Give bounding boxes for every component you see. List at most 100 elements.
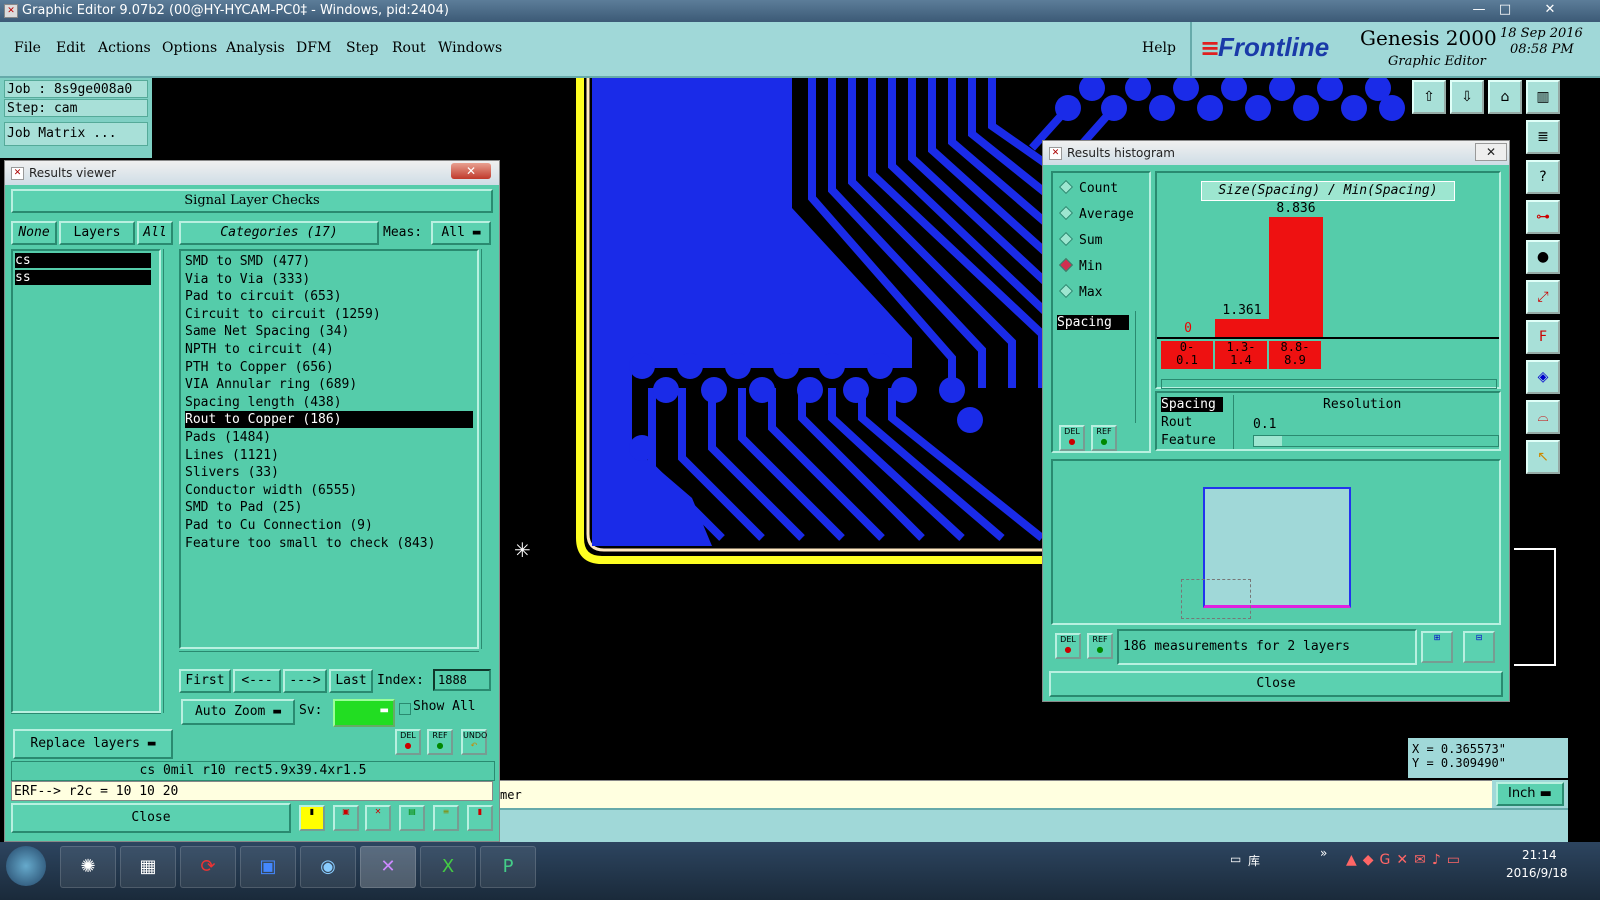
screen-icon[interactable]: ▣ [333,805,359,831]
start-button[interactable] [6,846,46,886]
category-item[interactable]: Pad to Cu Connection (9) [185,517,373,534]
folder-icon[interactable]: ▭ [1230,852,1241,866]
taskbar-calculator-icon[interactable]: ▦ [120,846,176,888]
category-item[interactable]: Feature too small to check (843) [185,535,435,552]
replace-layers-select[interactable]: Replace layers ▬ [13,729,173,759]
results-viewer-titlebar[interactable]: ✕ Results viewer ✕ [5,161,499,185]
menu-rout[interactable]: Rout [392,40,426,56]
close-window-button[interactable]: ✕ [1530,0,1570,20]
report-icon[interactable]: ▮ [299,805,325,831]
histogram-titlebar[interactable]: ✕ Results histogram ✕ [1043,141,1509,165]
layer-item-cs[interactable]: cs [15,253,151,268]
stack-icon[interactable]: ≣ [1526,120,1560,154]
menu-analysis[interactable]: Analysis [226,40,285,56]
taskbar-save-icon[interactable]: ▣ [240,846,296,888]
last-button[interactable]: Last [329,669,373,693]
text-f-icon[interactable]: F [1526,320,1560,354]
category-item[interactable]: Slivers (33) [185,464,279,481]
size-option-feature[interactable]: Feature [1161,433,1216,448]
ref-icon[interactable]: REF ● [1087,633,1113,659]
categories-button[interactable]: Categories (17) [179,221,379,245]
download-icon[interactable]: ⇩ [1450,80,1484,114]
shapes-icon[interactable]: ◈ [1526,360,1560,394]
maximize-button[interactable]: □ [1492,0,1518,20]
layer-item-ss[interactable]: ss [15,270,151,285]
job-matrix-button[interactable]: Job Matrix ... [4,122,148,146]
category-item[interactable]: Pad to circuit (653) [185,288,342,305]
category-item[interactable]: Rout to Copper (186) [185,411,473,429]
category-item[interactable]: Circuit to circuit (1259) [185,306,381,323]
size-option-scrollbar[interactable] [1233,395,1246,449]
chart-hscroll[interactable] [1161,379,1497,389]
menu-options[interactable]: Options [162,40,217,56]
taskbar-excel-icon[interactable]: X [420,846,476,888]
histogram-icon[interactable]: ▮ [467,805,493,831]
histogram-close-button[interactable]: Close [1049,671,1503,697]
show-all-checkbox[interactable] [399,703,411,715]
menu-file[interactable]: File [14,40,41,56]
prev-button[interactable]: <--- [233,669,281,693]
option-average[interactable]: Average [1058,205,1134,222]
close-results-viewer-button[interactable]: ✕ [451,163,491,179]
layers-button[interactable]: Layers [59,221,135,245]
menu-edit[interactable]: Edit [56,40,85,56]
export-icon[interactable]: ▤ [399,805,425,831]
del-icon[interactable]: DEL ● [1059,425,1085,451]
pointer-icon[interactable]: ↖ [1526,440,1560,474]
taskbar-shell-icon[interactable]: ✺ [60,846,116,888]
menu-dfm[interactable]: DFM [296,40,331,56]
taskbar-p-icon[interactable]: P [480,846,536,888]
option-max[interactable]: Max [1058,283,1102,300]
units-select[interactable]: Inch ▬ [1496,782,1564,806]
category-item[interactable]: SMD to Pad (25) [185,499,302,516]
category-item[interactable]: PTH to Copper (656) [185,359,334,376]
category-item[interactable]: Conductor width (6555) [185,482,357,499]
tray-icons[interactable]: ▲◆G✕✉♪▭ [1346,852,1466,868]
category-item[interactable]: NPTH to circuit (4) [185,341,334,358]
first-button[interactable]: First [179,669,231,693]
option-min[interactable]: Min [1058,257,1102,274]
meas-select[interactable]: All ▬ [431,221,491,245]
del-icon[interactable]: DEL ● [395,729,421,755]
resolution-slider[interactable] [1253,435,1499,447]
option-count[interactable]: Count [1058,179,1118,196]
layer-list-scrollbar[interactable] [163,249,176,713]
category-item[interactable]: Spacing length (438) [185,394,342,411]
taskbar-eye-icon[interactable]: ◉ [300,846,356,888]
bin-range-label[interactable]: 0- 0.1 [1161,341,1213,369]
index-input[interactable] [433,669,491,691]
taskbar-app-icon[interactable]: ⟳ [180,846,236,888]
del-icon[interactable]: DEL ● [1055,633,1081,659]
minimize-button[interactable]: — [1466,0,1492,20]
spacing-list-scrollbar[interactable] [1135,311,1148,423]
category-item[interactable]: Same Net Spacing (34) [185,323,349,340]
menu-step[interactable]: Step [346,40,378,56]
option-sum[interactable]: Sum [1058,231,1102,248]
category-item[interactable]: VIA Annular ring (689) [185,376,357,393]
ref-icon[interactable]: REF ● [427,729,453,755]
bin-range-label[interactable]: 1.3- 1.4 [1215,341,1267,369]
category-item[interactable]: Lines (1121) [185,447,279,464]
pad-icon[interactable]: ● [1526,240,1560,274]
category-item[interactable]: Pads (1484) [185,429,271,446]
menu-actions[interactable]: Actions [98,40,151,56]
home-icon[interactable]: ⌂ [1488,80,1522,114]
category-item[interactable]: SMD to SMD (477) [185,253,310,270]
histogram-bar[interactable] [1215,318,1269,337]
all-layers-button[interactable]: All [137,221,173,245]
size-option-rout[interactable]: Rout [1161,415,1192,430]
zoom-out-icon[interactable]: ⊟ [1463,631,1495,663]
taskbar-genesis-icon[interactable]: ✕ [360,846,416,888]
menu-windows[interactable]: Windows [438,40,502,56]
list-icon[interactable]: ≡ [433,805,459,831]
category-list[interactable]: SMD to SMD (477) Via to Via (333) Pad to c… [179,249,479,649]
command-line[interactable] [500,808,1568,844]
sv-color-select[interactable]: ▬ [333,699,395,727]
auto-zoom-select[interactable]: Auto Zoom ▬ [181,699,295,725]
undo-icon[interactable]: UNDO ↶ [461,729,487,755]
histogram-bar[interactable] [1269,217,1323,337]
size-option-spacing[interactable]: Spacing [1161,397,1223,412]
menu-help[interactable]: Help [1142,40,1176,56]
help-icon[interactable]: ? [1526,160,1560,194]
erase-icon[interactable]: ✕ [365,805,391,831]
